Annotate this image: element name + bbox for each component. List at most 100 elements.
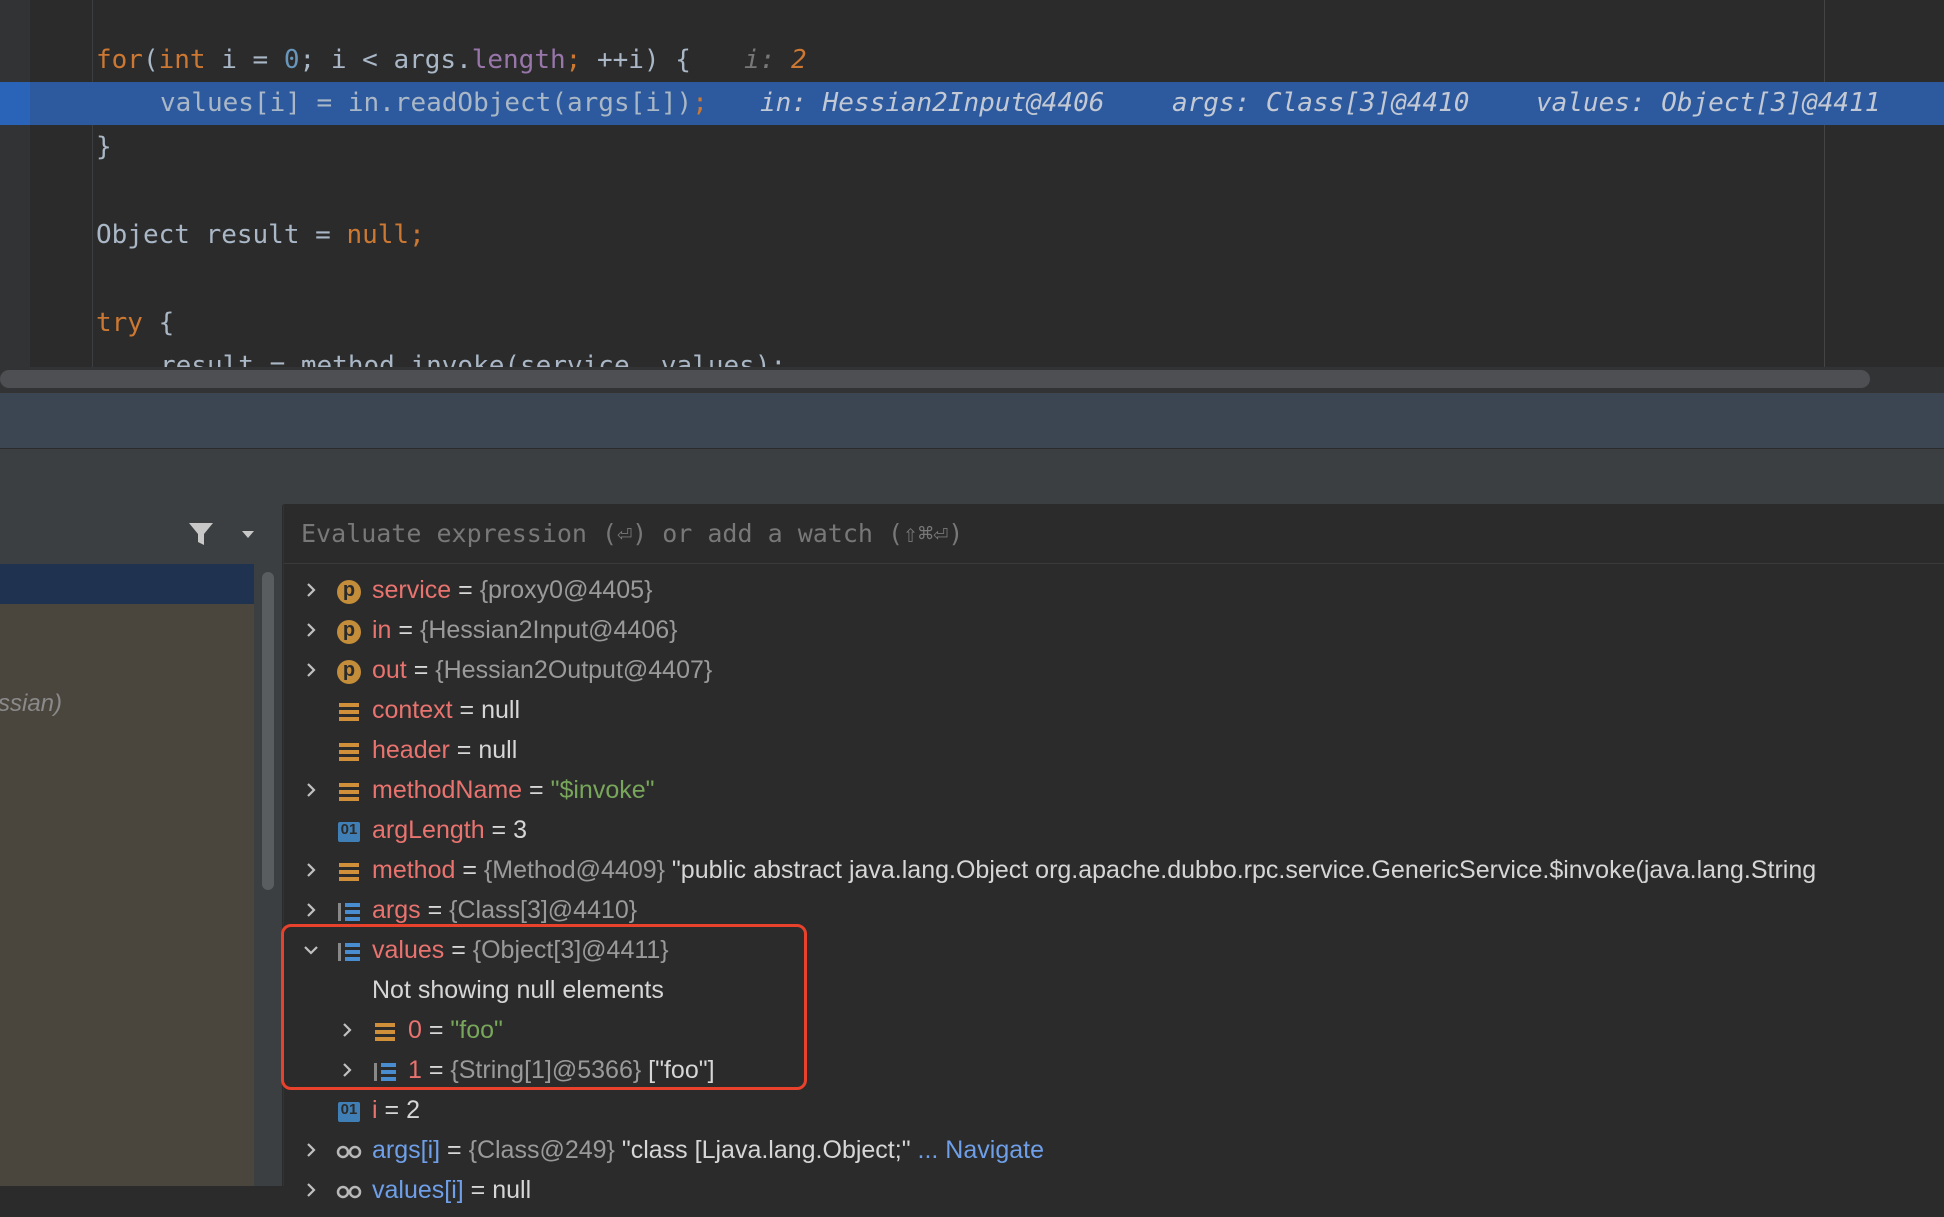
variable-name: header: [372, 736, 450, 764]
variable-row[interactable]: values[i] = null: [284, 1170, 1944, 1210]
code-editor[interactable]: for(int i = 0; i < args.length; ++i) { i…: [0, 0, 1944, 367]
variable-row[interactable]: method = {Method@4409} "public abstract …: [284, 850, 1944, 890]
variable-text: context = null: [372, 690, 520, 730]
frame-item-label[interactable]: ssian): [0, 690, 62, 718]
annotation-highlight-box: [281, 924, 807, 1090]
array-icon: [336, 897, 362, 923]
code-statement: }: [96, 132, 112, 162]
variable-row[interactable]: args[i] = {Class@249} "class [Ljava.lang…: [284, 1130, 1944, 1170]
variable-to-string: "public abstract java.lang.Object org.ap…: [664, 856, 1817, 884]
semicolon: ;: [409, 220, 425, 250]
equals-sign: =: [391, 616, 420, 644]
variable-name: out: [372, 656, 407, 684]
field-icon: [336, 737, 362, 763]
variable-value: {Class[3]@4410}: [449, 896, 638, 924]
parameter-icon-label: p: [342, 659, 356, 681]
field-icon: [336, 857, 362, 883]
code-line-invoke[interactable]: result = method.invoke(service, values);: [0, 345, 1944, 367]
equals-sign: =: [449, 736, 479, 764]
inline-debug-hint-args: args: Class[3]@4410: [1172, 88, 1470, 118]
variable-text: method = {Method@4409} "public abstract …: [372, 850, 1816, 890]
primitive-icon: 01: [336, 817, 362, 843]
inline-debug-hint-i: i:: [744, 45, 791, 75]
code-line-for-loop[interactable]: for(int i = 0; i < args.length; ++i) { i…: [0, 39, 1944, 82]
variable-text: args[i] = {Class@249} "class [Ljava.lang…: [372, 1130, 1044, 1170]
variable-row[interactable]: p out = {Hessian2Output@4407}: [284, 650, 1944, 690]
variable-row[interactable]: methodName = "$invoke": [284, 770, 1944, 810]
code-line-try[interactable]: try {: [0, 302, 1944, 345]
watch-icon: [336, 1137, 362, 1163]
keyword-int: int: [158, 45, 206, 75]
variable-name: methodName: [372, 776, 523, 804]
chevron-right-icon[interactable]: [301, 660, 321, 680]
variable-name: context: [372, 696, 453, 724]
debug-session-bar[interactable]: [0, 392, 1944, 449]
variable-value: null: [481, 696, 521, 724]
variable-text: service = {proxy0@4405}: [372, 570, 652, 610]
chevron-right-icon[interactable]: [301, 900, 321, 920]
current-execution-line[interactable]: values[i] = in.readObject(args[i]); in: …: [0, 82, 1944, 125]
variable-name: method: [372, 856, 456, 884]
evaluate-expression-input[interactable]: Evaluate expression (⏎) or add a watch (…: [284, 504, 1944, 564]
field-icon: [336, 697, 362, 723]
variable-name: args[i]: [372, 1136, 441, 1164]
frames-panel[interactable]: ssian): [0, 504, 282, 1186]
variable-name: argLength: [372, 816, 485, 844]
variable-name: values[i]: [372, 1176, 464, 1204]
equals-sign: =: [451, 576, 480, 604]
equals-sign: =: [420, 896, 450, 924]
variable-row[interactable]: 01 i = 2: [284, 1090, 1944, 1130]
paren: (: [142, 45, 159, 75]
equals-sign: =: [377, 1096, 407, 1124]
variable-value: 2: [406, 1096, 420, 1124]
variable-value: "$invoke": [550, 776, 655, 804]
parameter-icon: p: [336, 617, 362, 644]
chevron-right-icon[interactable]: [301, 620, 321, 640]
navigate-link[interactable]: ... Navigate: [911, 1136, 1044, 1164]
frames-scrollbar[interactable]: [254, 564, 282, 1186]
chevron-right-icon[interactable]: [301, 1180, 321, 1200]
variable-text: i = 2: [372, 1090, 420, 1130]
code-line-result-decl[interactable]: Object result = null;: [0, 214, 1944, 257]
variable-text: argLength = 3: [372, 810, 527, 850]
variable-row[interactable]: context = null: [284, 690, 1944, 730]
code-fragment: ++i) {: [581, 45, 691, 75]
debug-toolbar[interactable]: [0, 448, 1944, 505]
variable-text: out = {Hessian2Output@4407}: [372, 650, 712, 690]
frames-scrollbar-thumb[interactable]: [262, 572, 274, 890]
filter-icon[interactable]: [186, 519, 216, 549]
variable-row[interactable]: 01 argLength = 3: [284, 810, 1944, 850]
equals-sign: =: [484, 816, 514, 844]
code-line-close-brace[interactable]: }: [0, 126, 1944, 169]
variable-name: in: [372, 616, 392, 644]
variable-value: null: [478, 736, 518, 764]
variable-text: in = {Hessian2Input@4406}: [372, 610, 678, 650]
chevron-right-icon[interactable]: [301, 860, 321, 880]
variable-text: header = null: [372, 730, 517, 770]
equals-sign: =: [522, 776, 551, 804]
variable-value: {Hessian2Input@4406}: [419, 616, 678, 644]
chevron-right-icon[interactable]: [301, 1140, 321, 1160]
chevron-down-icon[interactable]: [240, 526, 256, 542]
editor-scrollbar-thumb[interactable]: [0, 370, 1870, 388]
field-length: length: [471, 45, 566, 75]
keyword-null: null: [346, 220, 410, 250]
equals-sign: =: [452, 696, 482, 724]
variable-row[interactable]: p in = {Hessian2Input@4406}: [284, 610, 1944, 650]
equals-sign: =: [406, 656, 436, 684]
inline-debug-hint-in: in: Hessian2Input@4406: [760, 88, 1105, 118]
code-fragment: ; i < args.: [299, 45, 472, 75]
variable-row[interactable]: p service = {proxy0@4405}: [284, 570, 1944, 610]
variable-value: {proxy0@4405}: [479, 576, 653, 604]
watch-icon: [336, 1177, 362, 1203]
variable-value: {Method@4409}: [483, 856, 665, 884]
variable-row[interactable]: header = null: [284, 730, 1944, 770]
variable-value: null: [492, 1176, 532, 1204]
variable-value: {Hessian2Output@4407}: [435, 656, 713, 684]
parameter-icon: p: [336, 657, 362, 684]
chevron-right-icon[interactable]: [301, 580, 321, 600]
frame-item-selected[interactable]: [0, 564, 254, 604]
inline-debug-hint-values: values: Object[3]@4411: [1536, 88, 1881, 118]
primitive-icon: 01: [336, 1097, 362, 1123]
chevron-right-icon[interactable]: [301, 780, 321, 800]
